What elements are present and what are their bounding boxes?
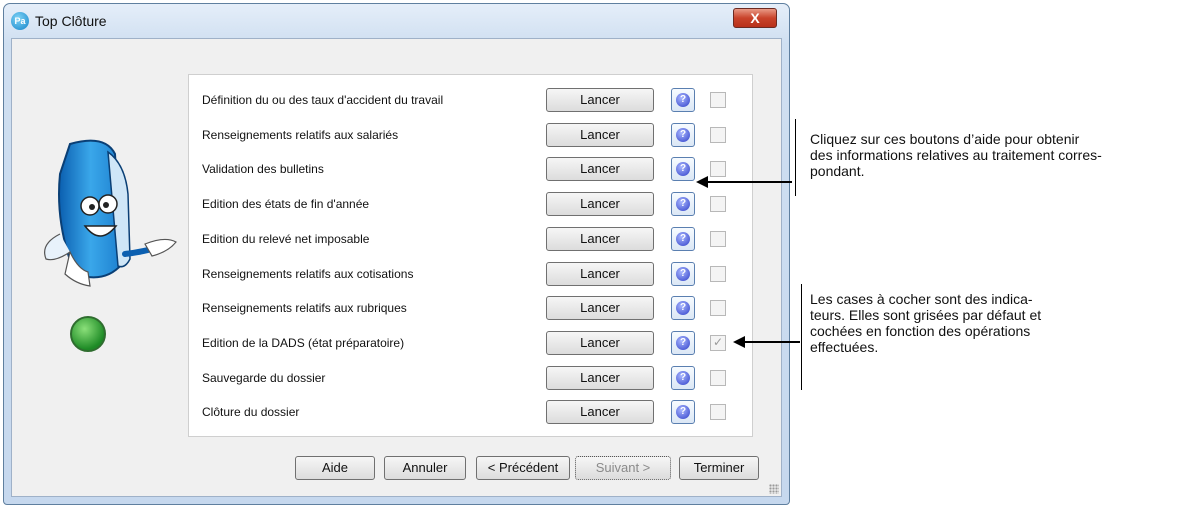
- callout-checkbox-arrow-line: [743, 341, 800, 343]
- help-icon: ?: [676, 266, 690, 281]
- step-row: Clôture du dossier Lancer?: [189, 399, 754, 425]
- step-row: Renseignements relatifs aux rubriques Lan…: [189, 295, 754, 321]
- lancer-button[interactable]: Lancer: [546, 122, 654, 147]
- resize-grip[interactable]: [769, 484, 779, 494]
- steps-panel: Définition du ou des taux d'accident du …: [188, 74, 753, 437]
- lancer-button[interactable]: Lancer: [546, 400, 654, 425]
- window-title: Top Clôture: [35, 13, 107, 29]
- callout-bracket-help: [795, 119, 796, 196]
- help-icon: ?: [676, 162, 690, 177]
- close-icon: X: [750, 10, 760, 26]
- help-button[interactable]: ?: [671, 192, 695, 217]
- help-button[interactable]: ?: [671, 226, 695, 251]
- help-button[interactable]: ?: [671, 365, 695, 390]
- step-label: Définition du ou des taux d'accident du …: [202, 93, 444, 107]
- step-label: Renseignements relatifs aux salariés: [202, 127, 399, 142]
- step-row: Edition de la DADS (état préparatoire) La…: [189, 330, 754, 356]
- lancer-button[interactable]: Lancer: [546, 226, 654, 251]
- step-row: Edition des états de fin d'année Lancer?: [189, 191, 754, 217]
- status-checkbox: [710, 126, 726, 143]
- help-icon: ?: [676, 301, 690, 316]
- suivant-button: Suivant >: [575, 456, 671, 480]
- status-checkbox: [710, 265, 726, 282]
- status-checkbox: [710, 369, 726, 386]
- step-label: Sauvegarde du dossier: [202, 370, 326, 385]
- step-label: Renseignements relatifs aux rubriques: [202, 301, 407, 316]
- callout-bracket-checkbox: [801, 284, 802, 390]
- lancer-button[interactable]: Lancer: [546, 192, 654, 217]
- dialog-body: Définition du ou des taux d'accident du …: [11, 38, 782, 497]
- callout-checkbox-line-2: teurs. Elles sont grisées par défaut et: [810, 307, 1042, 323]
- lancer-button[interactable]: Lancer: [546, 365, 654, 390]
- step-row: Renseignements relatifs aux salariés Lanc…: [189, 122, 754, 148]
- lancer-button[interactable]: Lancer: [546, 88, 654, 112]
- callout-help-line-2: des informations relatives au traitement…: [810, 147, 1102, 163]
- help-button[interactable]: ?: [671, 122, 695, 147]
- callout-help-line-3: pondant.: [810, 163, 865, 179]
- step-label: Edition de la DADS (état préparatoire): [202, 335, 405, 350]
- precedent-button[interactable]: < Précédent: [476, 456, 570, 480]
- status-checkbox: [710, 300, 726, 317]
- status-checkbox: [710, 404, 726, 421]
- help-icon: ?: [676, 231, 690, 246]
- lancer-button[interactable]: Lancer: [546, 330, 654, 355]
- status-checkbox: [710, 230, 726, 247]
- callout-help-arrow-head-icon: [696, 176, 708, 188]
- lancer-button[interactable]: Lancer: [546, 157, 654, 182]
- status-checkbox: ✓: [710, 334, 726, 351]
- callout-help-text: Cliquez sur ces boutons d’aide pour obte…: [810, 131, 1102, 179]
- help-button[interactable]: ?: [671, 296, 695, 321]
- callout-checkbox-line-1: Les cases à cocher sont des indica-: [810, 291, 1033, 307]
- callout-checkbox-line-3: cochées en fonction des opérations: [810, 323, 1031, 339]
- title-bar[interactable]: Pa Top Clôture X: [4, 4, 789, 38]
- help-button[interactable]: ?: [671, 88, 695, 112]
- checkmark-icon: ✓: [713, 334, 724, 349]
- close-button[interactable]: X: [733, 8, 777, 28]
- step-label: Clôture du dossier: [202, 405, 300, 420]
- annuler-button[interactable]: Annuler: [384, 456, 466, 480]
- help-icon: ?: [676, 405, 690, 420]
- step-row: Sauvegarde du dossier Lancer?: [189, 365, 754, 391]
- step-row: Définition du ou des taux d'accident du …: [189, 87, 754, 113]
- aide-button[interactable]: Aide: [295, 456, 375, 480]
- help-button[interactable]: ?: [671, 400, 695, 425]
- step-label: Edition des états de fin d'année: [202, 197, 370, 212]
- help-button[interactable]: ?: [671, 261, 695, 286]
- step-row: Validation des bulletins Lancer?: [189, 156, 754, 182]
- terminer-button[interactable]: Terminer: [679, 456, 759, 480]
- help-icon: ?: [676, 127, 690, 142]
- step-label: Renseignements relatifs aux cotisations: [202, 266, 414, 281]
- help-icon: ?: [676, 197, 690, 212]
- app-logo-icon: Pa: [11, 12, 29, 30]
- status-checkbox: [710, 196, 726, 213]
- step-label: Validation des bulletins: [202, 162, 324, 177]
- help-button[interactable]: ?: [671, 330, 695, 355]
- mascot-illustration: [44, 139, 177, 352]
- callout-checkbox-text: Les cases à cocher sont des indica- teur…: [810, 291, 1041, 355]
- help-icon: ?: [676, 335, 690, 350]
- status-checkbox: [710, 161, 726, 178]
- wizard-window: Pa Top Clôture X Définition du ou des ta…: [3, 3, 790, 505]
- lancer-button[interactable]: Lancer: [546, 296, 654, 321]
- step-row: Renseignements relatifs aux cotisations L…: [189, 261, 754, 287]
- callout-checkbox-line-4: effectuées.: [810, 339, 879, 355]
- status-checkbox: [710, 92, 726, 108]
- callout-help-arrow-line: [706, 181, 792, 183]
- lancer-button[interactable]: Lancer: [546, 261, 654, 286]
- step-row: Edition du relevé net imposable Lancer?: [189, 226, 754, 252]
- callout-checkbox-arrow-head-icon: [733, 336, 745, 348]
- help-icon: ?: [676, 93, 690, 107]
- help-icon: ?: [676, 370, 690, 385]
- help-button[interactable]: ?: [671, 157, 695, 182]
- step-label: Edition du relevé net imposable: [202, 231, 370, 246]
- callout-help-line-1: Cliquez sur ces boutons d’aide pour obte…: [810, 131, 1080, 147]
